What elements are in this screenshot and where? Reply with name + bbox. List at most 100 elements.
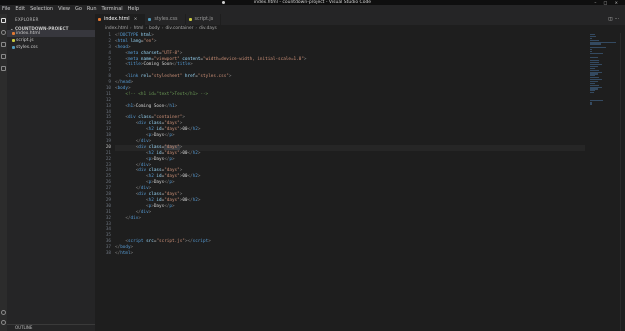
search-icon[interactable]: [1, 30, 6, 35]
run-debug-icon[interactable]: [1, 54, 6, 59]
code-token: <!-- <h1 id="text">Text</h1> -->: [115, 91, 209, 97]
code-token: >: [148, 209, 152, 215]
code-token: rel: [138, 74, 149, 80]
file-type-icon: [12, 46, 15, 49]
code-line[interactable]: </html>: [115, 251, 585, 257]
project-folder[interactable]: ⌄ COUNTDOWN-PROJECT: [7, 22, 95, 31]
file-item[interactable]: index.html: [7, 30, 95, 37]
breadcrumb-item[interactable]: div.days: [199, 25, 217, 33]
code-token: >: [190, 62, 193, 68]
file-type-icon: [98, 18, 101, 21]
code-token: "container": [153, 115, 183, 121]
editor-actions: ◫⋯: [608, 14, 621, 25]
minimap-line: [590, 52, 603, 54]
code-token: div: [140, 209, 149, 215]
code-token: content: [179, 56, 201, 62]
menu-terminal[interactable]: Terminal: [101, 5, 124, 14]
code-token: >: [174, 103, 178, 109]
code-token: Days: [153, 156, 165, 162]
explorer-header: EXPLORER: [15, 17, 39, 22]
file-name: index.html: [16, 31, 40, 36]
code-token: Days: [153, 180, 165, 186]
menu-go[interactable]: Go: [74, 5, 83, 14]
menu-view[interactable]: View: [57, 5, 71, 14]
file-type-icon: [12, 39, 15, 42]
editor-tab[interactable]: script.js: [186, 14, 222, 25]
settings-gear-icon[interactable]: [1, 320, 6, 325]
code-token: >: [197, 197, 201, 203]
chevron-right-icon: ›: [129, 26, 132, 31]
code-token: >: [148, 139, 152, 145]
vertical-scrollbar[interactable]: [620, 33, 625, 331]
source-control-icon[interactable]: [1, 42, 6, 47]
minimap[interactable]: [590, 34, 620, 105]
account-icon[interactable]: [1, 310, 6, 315]
file-item[interactable]: styles.css: [7, 44, 95, 51]
editor-tab[interactable]: index.html ×: [95, 14, 146, 25]
code-token: >: [130, 80, 134, 86]
extensions-icon[interactable]: [1, 66, 6, 71]
code-token: lang: [127, 38, 141, 44]
code-token: href: [182, 74, 196, 80]
code-token: >: [151, 33, 154, 38]
code-token: div: [138, 168, 147, 174]
code-token: class: [146, 121, 162, 127]
file-type-icon: [12, 32, 15, 35]
code-token: >: [197, 174, 201, 180]
breadcrumb-item[interactable]: index.html: [105, 25, 128, 33]
editor-tab[interactable]: styles.css: [145, 14, 186, 25]
file-type-icon: [148, 18, 152, 21]
code-editor[interactable]: <!DOCTYPE html> <html lang="en"> <head> <m…: [115, 33, 585, 257]
code-token: id: [153, 197, 162, 203]
explorer-icon[interactable]: [1, 18, 6, 23]
code-token: src: [143, 239, 154, 245]
close-tab-icon[interactable]: ×: [134, 17, 138, 22]
code-token: head: [117, 44, 128, 50]
line-number: 38: [105, 250, 111, 256]
code-token: >: [148, 162, 152, 168]
code-token: class: [146, 144, 162, 150]
code-token: body: [120, 245, 131, 251]
code-token: "days": [164, 144, 180, 150]
code-token: >: [153, 38, 157, 44]
code-token: class: [146, 168, 162, 174]
code-token: "days": [164, 121, 180, 127]
code-token: >: [171, 156, 175, 162]
code-token: >: [130, 250, 134, 256]
breadcrumb-item[interactable]: div.container: [166, 25, 194, 33]
code-token: Days: [153, 203, 165, 209]
code-token: html: [117, 38, 128, 44]
code-token: script: [192, 239, 209, 245]
code-token: div: [140, 186, 149, 192]
code-token: >: [182, 115, 185, 121]
breadcrumb-item[interactable]: html: [134, 25, 144, 33]
code-token: script: [127, 239, 144, 245]
code-token: >: [127, 86, 131, 92]
more-actions-icon[interactable]: ⋯: [615, 17, 622, 22]
file-item[interactable]: script.js: [7, 37, 95, 44]
code-token: >: [179, 50, 183, 56]
menu-selection[interactable]: Selection: [29, 5, 54, 14]
outline-panel[interactable]: OUTLINE: [7, 324, 95, 331]
menu-edit[interactable]: Edit: [14, 5, 26, 14]
code-token: meta: [127, 56, 139, 62]
code-token: "days": [164, 192, 180, 198]
menu-help[interactable]: Help: [127, 5, 140, 14]
outline-label: OUTLINE: [15, 325, 33, 330]
code-token: div: [127, 115, 136, 121]
menu-file[interactable]: File: [1, 5, 11, 14]
menu-run[interactable]: Run: [86, 5, 98, 14]
code-token: div: [138, 192, 147, 198]
breadcrumb-item[interactable]: body: [149, 25, 160, 33]
code-token: "days": [164, 127, 180, 133]
